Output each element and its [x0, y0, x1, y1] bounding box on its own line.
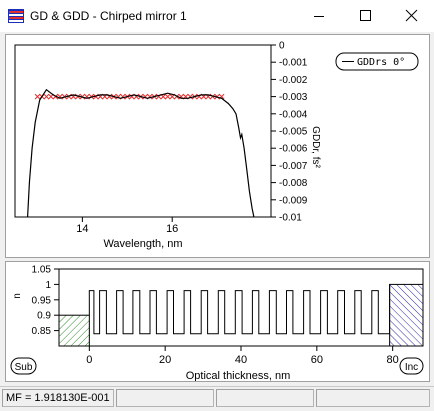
gdd-target-point: [43, 93, 50, 100]
gdd-y-tick-label: -0.004: [279, 109, 308, 120]
index-y-tick-label: 1: [45, 280, 51, 291]
incident-region: [389, 283, 424, 347]
index-x-tick-label: 0: [86, 354, 92, 366]
gdd-y-tick-label: -0.008: [279, 178, 308, 189]
index-x-axis-label: Optical thickness, nm: [186, 370, 291, 381]
index-y-tick-label: 0.95: [32, 295, 52, 306]
maximize-icon: [360, 10, 371, 21]
close-icon: [405, 9, 418, 22]
gdd-legend[interactable]: GDDrs 0°: [335, 52, 419, 71]
status-cell-2: [116, 389, 214, 407]
status-bar: MF = 1.918130E-001: [0, 386, 434, 411]
gdd-chart-panel: 0 -0.001 -0.002 -0.003 -0.004 -0.005 -0.006 -0.…: [5, 34, 430, 258]
substrate-region: [58, 314, 90, 347]
index-chart-panel: 1.05 1 0.95 0.9 0.85 0 20 40 60 80 n Optical thi…: [5, 261, 430, 382]
gdd-y-tick-label: -0.005: [279, 127, 308, 138]
gdd-y-tick-label: -0.006: [279, 144, 308, 155]
close-button[interactable]: [388, 0, 434, 32]
gdd-plot-area: [14, 44, 272, 218]
index-y-tick-label: 0.85: [32, 326, 52, 337]
gdd-x-axis-label: Wavelength, nm: [103, 238, 182, 250]
incident-medium-label: Inc: [405, 362, 418, 373]
index-y-axis: 1.05 1 0.95 0.9 0.85: [32, 265, 59, 337]
gdd-x-tick-label: 16: [166, 223, 178, 235]
gdd-y-tick-label: -0.009: [279, 195, 308, 206]
minimize-icon: [314, 16, 324, 17]
maximize-button[interactable]: [342, 0, 388, 32]
substrate-button[interactable]: Sub: [10, 357, 37, 375]
window-title: GD & GDD - Chirped mirror 1: [30, 9, 187, 23]
merit-function-value: MF = 1.918130E-001: [6, 392, 110, 404]
status-cell-3: [216, 389, 314, 407]
index-profile-line: [88, 284, 391, 335]
substrate-label: Sub: [15, 362, 33, 373]
gdd-target-point: [34, 93, 41, 100]
gdd-target-point: [164, 93, 171, 100]
index-y-tick-label: 1.05: [32, 265, 52, 276]
index-y-axis-label: n: [12, 293, 23, 299]
index-plot-frame: [58, 268, 424, 347]
index-x-tick-label: 20: [159, 354, 171, 366]
incident-medium-button[interactable]: Inc: [399, 357, 424, 375]
merit-function-status: MF = 1.918130E-001: [2, 389, 114, 407]
title-bar[interactable]: GD & GDD - Chirped mirror 1: [0, 0, 434, 32]
index-x-tick-label: 60: [311, 354, 323, 366]
index-plot-area: [58, 268, 424, 347]
gdd-chart[interactable]: 0 -0.001 -0.002 -0.003 -0.004 -0.005 -0.006 -0.…: [6, 35, 429, 257]
gdd-y-tick-label: -0.01: [279, 213, 302, 224]
gdd-y-tick-label: -0.007: [279, 161, 308, 172]
index-x-axis: 0 20 40 60 80: [86, 346, 399, 366]
gdd-y-tick-label: 0: [279, 41, 285, 52]
minimize-button[interactable]: [296, 0, 342, 32]
status-cell-4: [316, 389, 430, 407]
gdd-y-tick-label: -0.003: [279, 92, 308, 103]
gdd-x-tick-label: 14: [76, 223, 88, 235]
layers-app-icon: [8, 9, 24, 23]
index-x-tick-label: 40: [235, 354, 247, 366]
gdd-x-axis: 14 16: [76, 217, 178, 235]
gdd-y-tick-label: -0.001: [279, 58, 308, 69]
gdd-y-axis-label: GDDr, fs²: [310, 126, 321, 168]
index-x-tick-label: 80: [387, 354, 399, 366]
gdd-y-tick-label: -0.002: [279, 75, 308, 86]
gdd-plot-frame: [14, 44, 272, 218]
gdd-y-axis: 0 -0.001 -0.002 -0.003 -0.004 -0.005 -0.006 -0.…: [271, 41, 308, 224]
gdd-legend-label: GDDrs 0°: [357, 57, 405, 68]
index-profile-chart[interactable]: 1.05 1 0.95 0.9 0.85 0 20 40 60 80 n Optical thi…: [6, 262, 429, 382]
gdd-series-line: [27, 88, 255, 218]
index-y-tick-label: 0.9: [37, 311, 51, 322]
